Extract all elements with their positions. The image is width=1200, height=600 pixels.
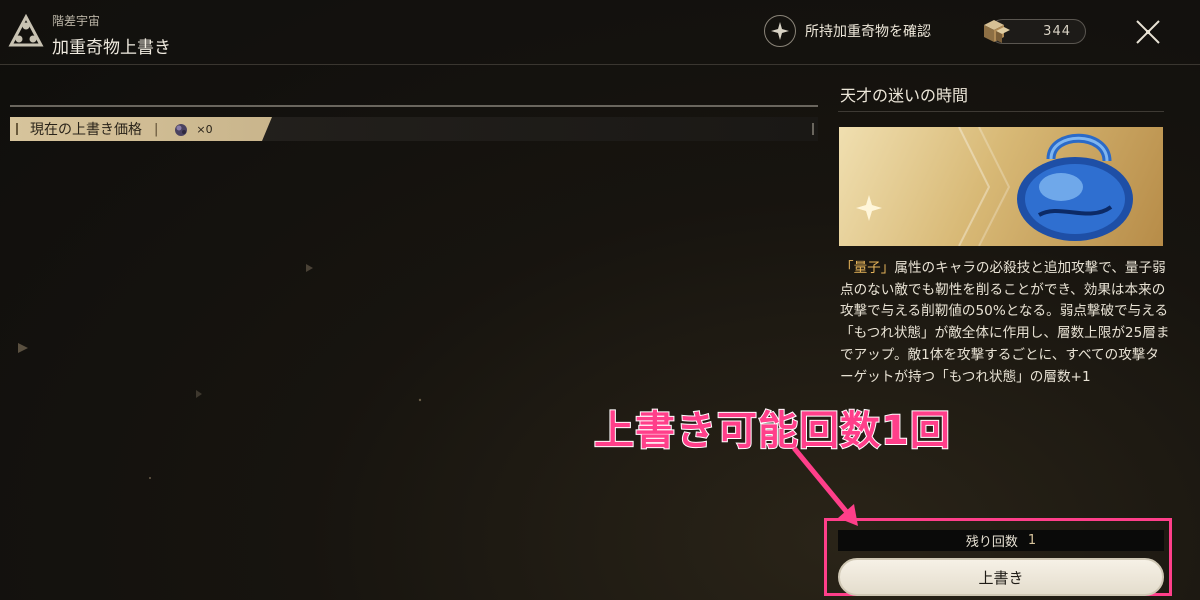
currency-value: 344 — [1043, 24, 1071, 39]
description-text: 属性のキャラの必殺技と追加攻撃で、量子弱点のない敵でも靭性を削ることができ、効果… — [840, 260, 1170, 385]
annotation-arrow-icon — [792, 446, 858, 526]
annotation-text: 上書き可能回数1回 — [593, 407, 951, 455]
cube-currency-icon — [984, 20, 1010, 43]
curio-title: 天才の迷いの時間 — [840, 86, 969, 105]
background-decoration — [18, 264, 422, 479]
remaining-count-bar: 残り回数 1 — [838, 530, 1164, 551]
quantum-highlight: 「量子」 — [840, 260, 895, 276]
close-icon[interactable] — [1132, 16, 1164, 48]
remaining-value: 1 — [1027, 533, 1037, 548]
curio-banner — [839, 127, 1163, 246]
panel-divider — [838, 111, 1164, 112]
currency-display: 344 — [978, 19, 1086, 44]
blue-lock-icon — [856, 127, 1133, 246]
curio-description: 「量子」属性のキャラの必殺技と追加攻撃で、量子弱点のない敵でも靭性を削ることがで… — [840, 258, 1170, 388]
remaining-label: 残り回数 — [965, 535, 1018, 550]
overwrite-button[interactable]: 上書き — [838, 558, 1164, 596]
check-owned-curios-label: 所持加重奇物を確認 — [805, 24, 931, 40]
